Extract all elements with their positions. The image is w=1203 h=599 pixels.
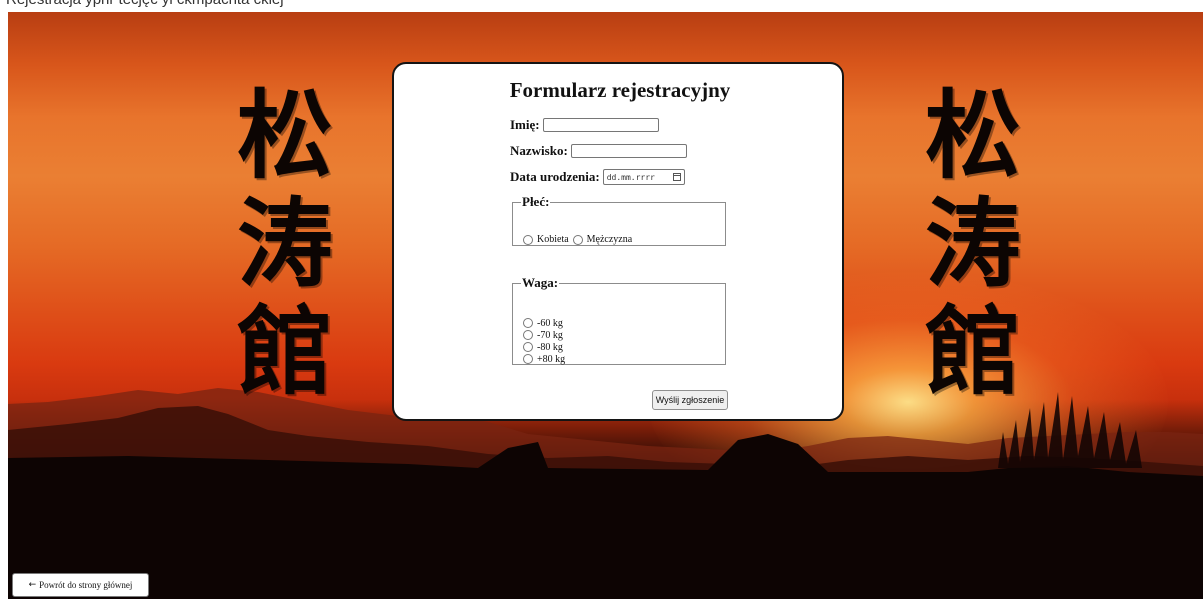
form-title: Formularz rejestracyjny xyxy=(509,78,731,102)
birth-date-label: Data urodzenia: xyxy=(510,169,600,184)
weight-option-80-plus[interactable]: +80 kg xyxy=(523,353,565,365)
radio-label: Kobieta xyxy=(537,234,569,245)
first-name-label: Imię: xyxy=(510,117,540,132)
last-name-input[interactable] xyxy=(570,144,687,158)
radio-button[interactable] xyxy=(523,354,533,364)
radio-label: -70 kg xyxy=(537,329,563,341)
gender-option-female[interactable]: Kobieta xyxy=(523,234,569,245)
radio-button[interactable] xyxy=(523,330,533,340)
gender-legend: Płeć: xyxy=(522,194,550,209)
last-name-label: Nazwisko: xyxy=(510,143,568,158)
submit-button[interactable]: Wyślij zgłoszenie xyxy=(652,390,728,410)
kanji-char: 松 xyxy=(237,79,333,192)
weight-option-80[interactable]: -80 kg xyxy=(523,341,565,353)
radio-label: +80 kg xyxy=(537,353,566,365)
arrow-left-icon: ← xyxy=(28,580,37,590)
first-name-row: Imię: xyxy=(510,116,659,134)
gender-options: Kobieta Mężczyzna xyxy=(523,234,636,245)
back-button-label: Powrót do strony głównej xyxy=(39,580,133,590)
weight-fieldset: Waga: -60 kg -70 kg -80 kg +80 kg xyxy=(512,275,726,365)
kanji-char: 館 xyxy=(925,295,1021,408)
weight-option-70[interactable]: -70 kg xyxy=(523,329,565,341)
weight-option-60[interactable]: -60 kg xyxy=(523,317,565,329)
kanji-char: 涛 xyxy=(237,187,333,300)
radio-label: -80 kg xyxy=(537,341,563,353)
birth-date-row: Data urodzenia: dd.mm.rrrr xyxy=(510,168,685,186)
birth-date-placeholder: dd.mm.rrrr xyxy=(606,172,655,182)
page: Rejestracja ypnr tecjęc yi ckmpacnta ckl… xyxy=(0,0,1203,599)
weight-legend: Waga: xyxy=(522,275,559,290)
radio-button[interactable] xyxy=(523,342,533,352)
kanji-banner-left: 松 涛 館 xyxy=(230,82,340,406)
radio-button[interactable] xyxy=(572,234,583,245)
registration-form: Formularz rejestracyjny Imię: Nazwisko: … xyxy=(392,62,844,421)
radio-button[interactable] xyxy=(523,234,533,245)
radio-label: Mężczyzna xyxy=(586,234,633,245)
radio-label: -60 kg xyxy=(537,317,563,329)
kanji-char: 涛 xyxy=(925,187,1021,300)
kanji-banner-right: 松 涛 館 xyxy=(918,82,1028,406)
birth-date-input[interactable]: dd.mm.rrrr xyxy=(602,169,685,185)
kanji-char: 松 xyxy=(925,79,1021,192)
last-name-row: Nazwisko: xyxy=(510,142,687,160)
back-to-home-button[interactable]: ← Powrót do strony głównej xyxy=(12,573,149,597)
kanji-char: 館 xyxy=(237,295,333,408)
first-name-input[interactable] xyxy=(542,118,659,132)
top-strip-text: Rejestracja ypnr tecjęc yi ckmpacnta ckl… xyxy=(6,0,284,8)
gender-fieldset: Płeć: Kobieta Mężczyzna xyxy=(512,194,726,246)
gender-option-male[interactable]: Mężczyzna xyxy=(572,234,633,245)
weight-options: -60 kg -70 kg -80 kg +80 kg xyxy=(523,317,565,365)
top-strip: Rejestracja ypnr tecjęc yi ckmpacnta ckl… xyxy=(0,0,1203,12)
radio-button[interactable] xyxy=(523,318,533,328)
calendar-icon[interactable] xyxy=(672,173,681,181)
